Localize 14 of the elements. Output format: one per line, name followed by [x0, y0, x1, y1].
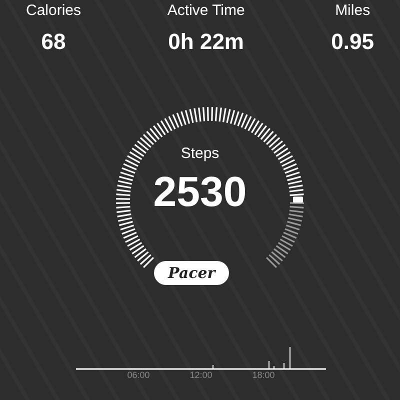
time-label: 18:00: [252, 370, 275, 382]
logo: Pacer: [154, 261, 230, 285]
time-label: 12:00: [190, 370, 212, 382]
stat-label: Calories: [26, 2, 82, 19]
remaining-ticks: [266, 202, 304, 268]
stat-label: Active Time: [167, 2, 245, 19]
progress-marker: [293, 196, 303, 203]
stat-label: Miles: [335, 2, 370, 19]
steps-count: 2530: [153, 168, 247, 216]
stat-value: 0.95: [331, 29, 374, 55]
time-label: 06:00: [127, 370, 150, 382]
steps-label: Steps: [180, 145, 220, 162]
stat-value: 68: [41, 29, 66, 55]
stat-value: 0h 22m: [168, 29, 244, 55]
